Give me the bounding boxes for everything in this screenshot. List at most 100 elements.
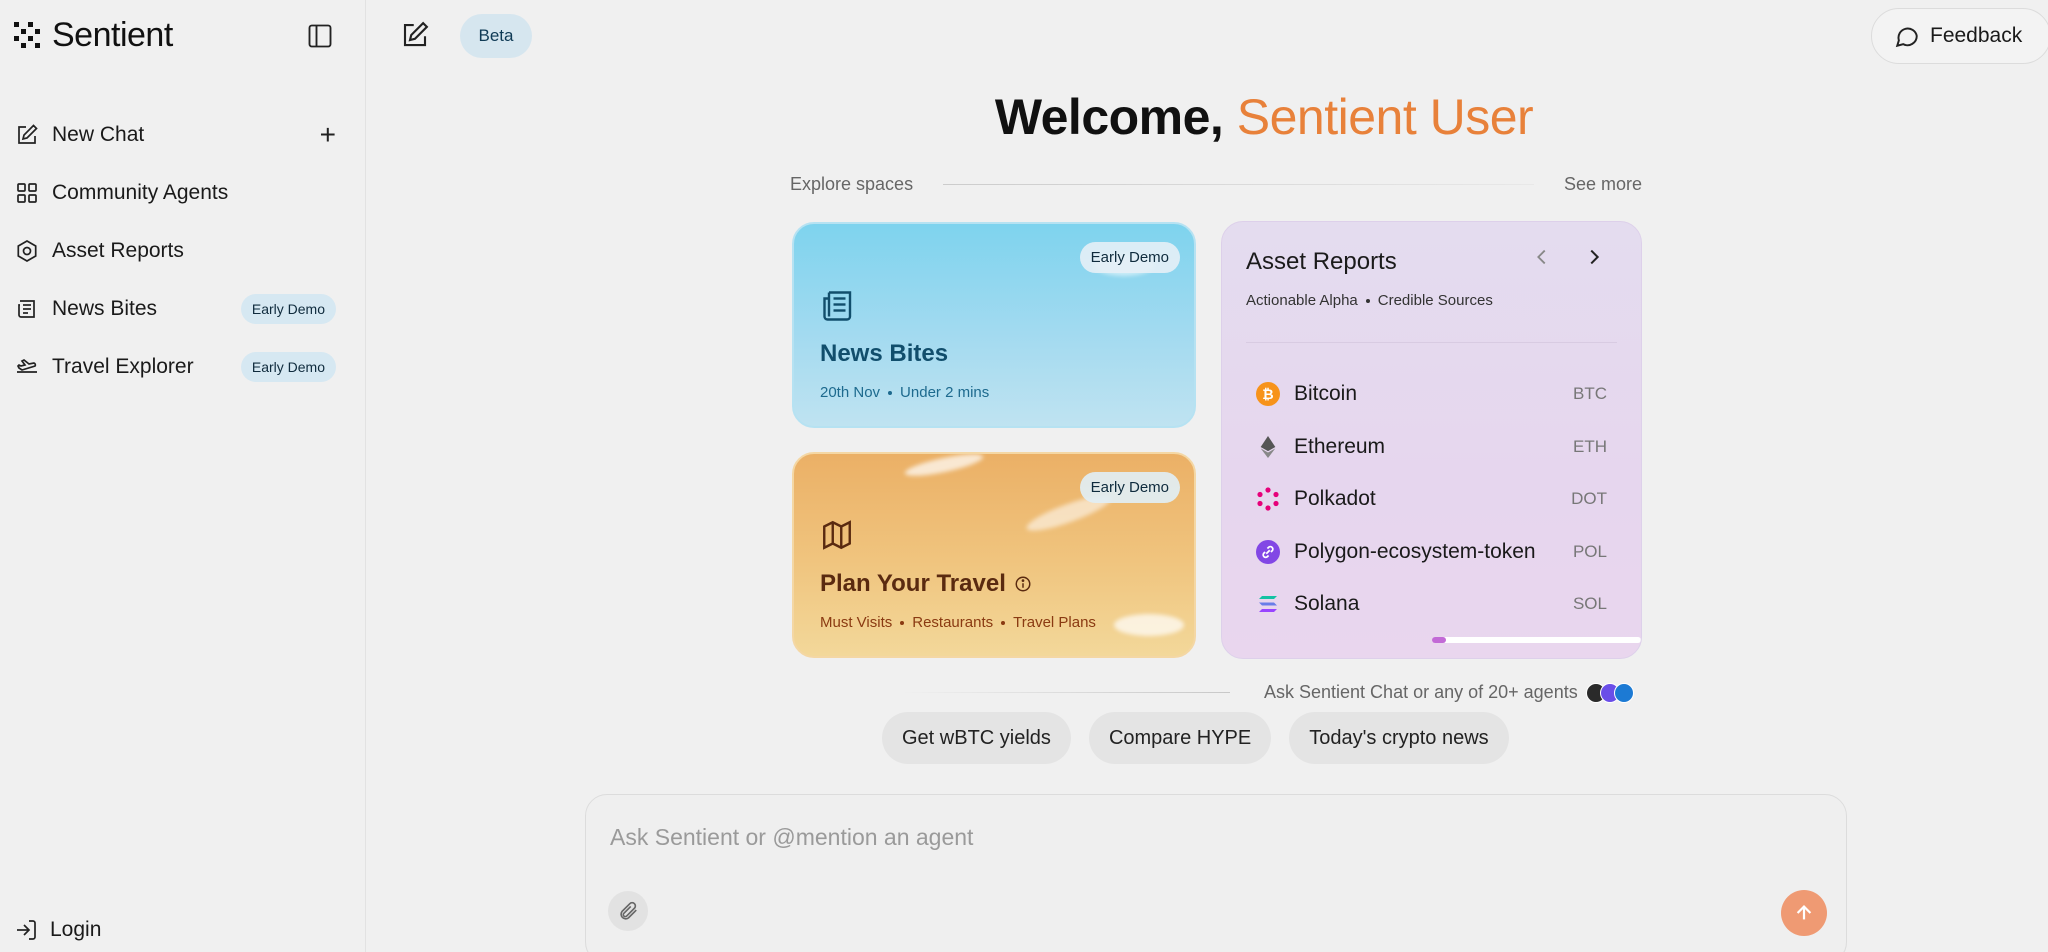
map-icon: [820, 518, 856, 554]
suggestion-chip[interactable]: Get wBTC yields: [882, 712, 1071, 764]
card-title: News Bites: [820, 340, 949, 367]
subtitle-item: Credible Sources: [1377, 292, 1493, 309]
meta-item: Restaurants: [912, 614, 994, 631]
chevron-left-icon[interactable]: [1531, 246, 1553, 268]
meta-item: Must Visits: [820, 614, 893, 631]
cloud-decoration: [1114, 614, 1184, 636]
meta-date: 20th Nov: [820, 384, 881, 401]
early-demo-badge: Early Demo: [1079, 242, 1180, 273]
agent-avatars: [1585, 682, 1634, 703]
sidebar-item-label: Asset Reports: [52, 239, 184, 262]
paperclip-icon: [620, 901, 637, 920]
welcome-heading: Welcome, Sentient User: [0, 88, 2048, 146]
see-more-link[interactable]: See more: [1564, 174, 1642, 195]
send-button[interactable]: [1781, 890, 1827, 936]
chevron-right-icon[interactable]: [1583, 246, 1605, 268]
card-meta: 20th Nov Under 2 mins: [820, 384, 989, 401]
explore-spaces-header: Explore spaces See more: [790, 174, 1642, 195]
newspaper-icon: [820, 288, 856, 324]
divider: [1246, 342, 1617, 343]
asset-name: Polkadot: [1294, 487, 1376, 511]
asset-row-ethereum[interactable]: Ethereum ETH: [1256, 421, 1607, 474]
dot-separator: [1365, 298, 1370, 303]
ethereum-icon: [1256, 435, 1280, 459]
asset-name: Bitcoin: [1294, 382, 1358, 406]
explore-label: Explore spaces: [790, 174, 914, 194]
suggestion-chips: Get wBTC yields Compare HYPE Today's cry…: [882, 712, 1509, 764]
asset-symbol: SOL: [1572, 594, 1607, 614]
suggestion-chip[interactable]: Compare HYPE: [1088, 712, 1272, 764]
cloud-decoration: [903, 454, 985, 481]
carousel-arrows: [1531, 246, 1605, 268]
asset-symbol: POL: [1572, 541, 1607, 561]
asset-symbol: DOT: [1571, 489, 1607, 509]
scrollbar-thumb[interactable]: [1432, 637, 1446, 643]
polygon-icon: [1256, 539, 1280, 564]
card-title: Plan Your Travel: [820, 570, 1032, 598]
new-chat-button[interactable]: [400, 20, 432, 52]
meta-duration: Under 2 mins: [900, 384, 990, 401]
sidebar-toggle-button[interactable]: [306, 22, 334, 50]
plan-your-travel-card[interactable]: Early Demo Plan Your Travel Must Visits …: [792, 452, 1196, 658]
asset-name: Solana: [1294, 592, 1360, 616]
target-icon: [14, 238, 40, 264]
logo[interactable]: Sentient: [14, 16, 173, 55]
chat-composer: [585, 794, 1847, 952]
news-bites-card[interactable]: Early Demo News Bites 20th Nov Under 2 m…: [792, 222, 1196, 428]
polkadot-icon: [1256, 487, 1280, 511]
sidebar-item-label: Travel Explorer: [52, 355, 194, 378]
grid-icon: [14, 180, 40, 206]
sidebar-item-asset-reports[interactable]: Asset Reports: [14, 222, 336, 280]
suggestion-chip[interactable]: Today's crypto news: [1289, 712, 1509, 764]
early-demo-badge: Early Demo: [1079, 472, 1180, 503]
asset-symbol: ETH: [1573, 436, 1607, 456]
plane-icon: [14, 354, 40, 380]
feedback-button[interactable]: Feedback: [1871, 8, 2048, 64]
beta-badge: Beta: [460, 14, 532, 58]
divider: [900, 692, 1230, 693]
solana-icon: [1256, 592, 1280, 616]
card-title-text: Plan Your Travel: [820, 570, 1006, 597]
sidebar-item-label: News Bites: [52, 297, 158, 320]
asset-row-solana[interactable]: Solana SOL: [1256, 578, 1607, 631]
sidebar-item-label: Community Agents: [52, 181, 229, 204]
divider: [943, 184, 1534, 185]
login-icon: [17, 920, 36, 940]
login-button[interactable]: Login: [14, 918, 101, 942]
logo-text: Sentient: [52, 16, 173, 54]
logo-mark-icon: [14, 21, 42, 50]
login-label: Login: [50, 918, 102, 941]
early-demo-badge: Early Demo: [240, 352, 336, 382]
bitcoin-icon: ₿: [1256, 382, 1280, 407]
sidebar-item-news-bites[interactable]: News Bites Early Demo: [14, 280, 336, 338]
sidebar-panel-icon: [308, 24, 332, 48]
asset-list: ₿ Bitcoin BTC Ethereum ETH Polkadot DOT …: [1256, 368, 1607, 631]
sidebar-item-travel-explorer[interactable]: Travel Explorer Early Demo: [14, 338, 336, 396]
edit-icon: [403, 21, 429, 47]
asset-name: Ethereum: [1294, 434, 1386, 458]
asset-symbol: BTC: [1573, 384, 1607, 404]
card-meta: Must Visits Restaurants Travel Plans: [820, 614, 1096, 631]
asset-row-bitcoin[interactable]: ₿ Bitcoin BTC: [1256, 368, 1607, 421]
dot-separator: [1001, 620, 1006, 625]
dot-separator: [900, 620, 905, 625]
welcome-prefix: Welcome,: [994, 89, 1224, 145]
newspaper-icon: [14, 296, 40, 322]
asset-row-polygon[interactable]: Polygon-ecosystem-token POL: [1256, 526, 1607, 579]
chat-bubble-icon: [1895, 27, 1918, 48]
agent-avatar: [1613, 682, 1634, 703]
asset-name: Polygon-ecosystem-token: [1294, 539, 1536, 563]
asset-row-polkadot[interactable]: Polkadot DOT: [1256, 473, 1607, 526]
chat-input[interactable]: [610, 817, 1710, 857]
asset-reports-card: Asset Reports Actionable Alpha Credible …: [1221, 221, 1642, 659]
attach-button[interactable]: [608, 891, 648, 931]
card-subtitle: Actionable Alpha Credible Sources: [1246, 292, 1493, 309]
feedback-label: Feedback: [1930, 24, 2023, 47]
early-demo-badge: Early Demo: [240, 294, 336, 324]
card-title: Asset Reports: [1246, 248, 1397, 275]
sidebar-item-community-agents[interactable]: Community Agents: [14, 164, 336, 222]
ask-agents-text: Ask Sentient Chat or any of 20+ agents: [1264, 682, 1578, 702]
horizontal-scrollbar[interactable]: [1432, 637, 1641, 643]
ask-agents-row: Ask Sentient Chat or any of 20+ agents: [900, 682, 1642, 703]
welcome-user-name: Sentient User: [1236, 89, 1534, 145]
